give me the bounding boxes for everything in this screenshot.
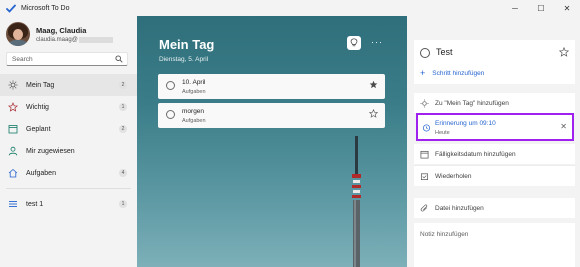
sidebar-item-label: Mir zugewiesen <box>26 147 75 155</box>
page-date: Dienstag, 5. April <box>159 56 209 63</box>
count-badge: 4 <box>119 169 127 177</box>
sidebar-item-label: Geplant <box>26 125 51 133</box>
sidebar-divider <box>6 188 131 189</box>
sidebar-item-geplant[interactable]: Geplant 2 <box>0 118 137 140</box>
due-date-label: Fälligkeitsdatum hinzufügen <box>435 150 516 158</box>
page-title: Mein Tag <box>159 37 215 52</box>
suggestions-button[interactable] <box>347 36 361 50</box>
nav-list: Mein Tag 2 Wichtig 1 Geplant 2 Mir zugew… <box>0 74 137 215</box>
sidebar-item-aufgaben[interactable]: Aufgaben 4 <box>0 162 137 184</box>
main-panel: Mein Tag Dienstag, 5. April ··· 10. Apri… <box>137 16 407 267</box>
sidebar-item-mein-tag[interactable]: Mein Tag 2 <box>0 74 137 96</box>
sidebar: Maag, Claudia claudia.maag@ Search Mein … <box>0 16 137 267</box>
profile-info: Maag, Claudia claudia.maag@ <box>36 26 113 43</box>
add-step-button[interactable]: + Schritt hinzufügen <box>420 68 484 78</box>
search-input[interactable]: Search <box>6 52 128 66</box>
search-placeholder: Search <box>12 55 33 63</box>
add-to-my-day-button[interactable]: Zu "Mein Tag" hinzufügen <box>414 93 575 113</box>
more-options-button[interactable]: ··· <box>371 37 383 47</box>
add-due-date-button[interactable]: Fälligkeitsdatum hinzufügen <box>414 144 575 164</box>
profile[interactable]: Maag, Claudia claudia.maag@ <box>6 22 113 46</box>
repeat-icon <box>420 172 429 181</box>
home-icon <box>8 168 18 178</box>
app-logo-icon <box>6 3 16 13</box>
sidebar-item-test-1[interactable]: test 1 1 <box>0 193 137 215</box>
detail-task-title[interactable]: Test <box>436 47 453 57</box>
task-title: 10. April <box>182 79 206 86</box>
close-window-button[interactable]: ✕ <box>554 0 580 16</box>
tv-tower-background-image <box>352 136 361 267</box>
star-icon[interactable] <box>558 46 570 59</box>
reminder-title: Erinnerung um 09:10 <box>435 120 496 127</box>
sidebar-item-label: Aufgaben <box>26 169 56 177</box>
sidebar-item-wichtig[interactable]: Wichtig 1 <box>0 96 137 118</box>
lightbulb-icon <box>350 37 358 49</box>
remove-reminder-button[interactable]: ✕ <box>560 122 567 131</box>
count-badge: 1 <box>119 103 127 111</box>
complete-checkbox[interactable] <box>166 81 175 90</box>
repeat-button[interactable]: Wiederholen <box>414 166 575 186</box>
window-title: Microsoft To Do <box>21 4 70 12</box>
paperclip-icon <box>420 204 429 213</box>
title-bar: Microsoft To Do ─ ☐ ✕ <box>0 0 580 16</box>
complete-checkbox[interactable] <box>166 110 175 119</box>
reminder-day: Heute <box>435 130 450 136</box>
calendar-icon <box>8 124 18 134</box>
sun-icon <box>8 80 18 90</box>
note-placeholder: Notiz hinzufügen <box>420 231 469 238</box>
minimize-button[interactable]: ─ <box>502 0 528 16</box>
profile-email-row: claudia.maag@ <box>36 36 113 43</box>
add-file-button[interactable]: Datei hinzufügen <box>414 198 575 218</box>
count-badge: 2 <box>119 125 127 133</box>
task-item[interactable]: morgen Aufgaben <box>158 103 385 128</box>
avatar <box>6 22 30 46</box>
window-controls: ─ ☐ ✕ <box>502 0 580 16</box>
star-filled-icon[interactable] <box>369 80 378 91</box>
repeat-label: Wiederholen <box>435 172 472 180</box>
maximize-button[interactable]: ☐ <box>528 0 554 16</box>
task-title: morgen <box>182 108 205 115</box>
sidebar-item-label: test 1 <box>26 200 44 208</box>
profile-name: Maag, Claudia <box>36 25 87 35</box>
count-badge: 2 <box>119 81 127 89</box>
email-redaction <box>78 36 113 43</box>
add-step-label: Schritt hinzufügen <box>432 69 485 77</box>
star-icon <box>8 102 18 112</box>
task-list-name: Aufgaben <box>182 118 206 124</box>
note-input[interactable]: Notiz hinzufügen <box>414 223 575 267</box>
task-list-name: Aufgaben <box>182 89 206 95</box>
person-icon <box>8 146 18 156</box>
task-detail-panel: Test + Schritt hinzufügen Zu "Mein Tag" … <box>407 16 580 267</box>
count-badge: 1 <box>119 200 127 208</box>
sidebar-item-label: Wichtig <box>26 103 49 111</box>
sidebar-item-label: Mein Tag <box>26 81 55 89</box>
task-item[interactable]: 10. April Aufgaben <box>158 74 385 99</box>
add-file-label: Datei hinzufügen <box>435 204 484 212</box>
reminder-row[interactable]: Erinnerung um 09:10 Heute ✕ <box>416 113 574 141</box>
list-icon <box>8 199 18 209</box>
sidebar-item-mir-zugewiesen[interactable]: Mir zugewiesen <box>0 140 137 162</box>
add-to-my-day-label: Zu "Mein Tag" hinzufügen <box>435 99 509 107</box>
complete-checkbox[interactable] <box>420 48 430 58</box>
task-title-card: Test + Schritt hinzufügen <box>414 40 575 84</box>
calendar-icon <box>420 150 429 159</box>
sun-icon <box>420 98 429 108</box>
alarm-clock-icon <box>422 123 431 134</box>
profile-email: claudia.maag@ <box>36 36 78 43</box>
star-icon[interactable] <box>368 108 379 120</box>
search-icon <box>115 55 123 65</box>
plus-icon: + <box>420 68 426 78</box>
